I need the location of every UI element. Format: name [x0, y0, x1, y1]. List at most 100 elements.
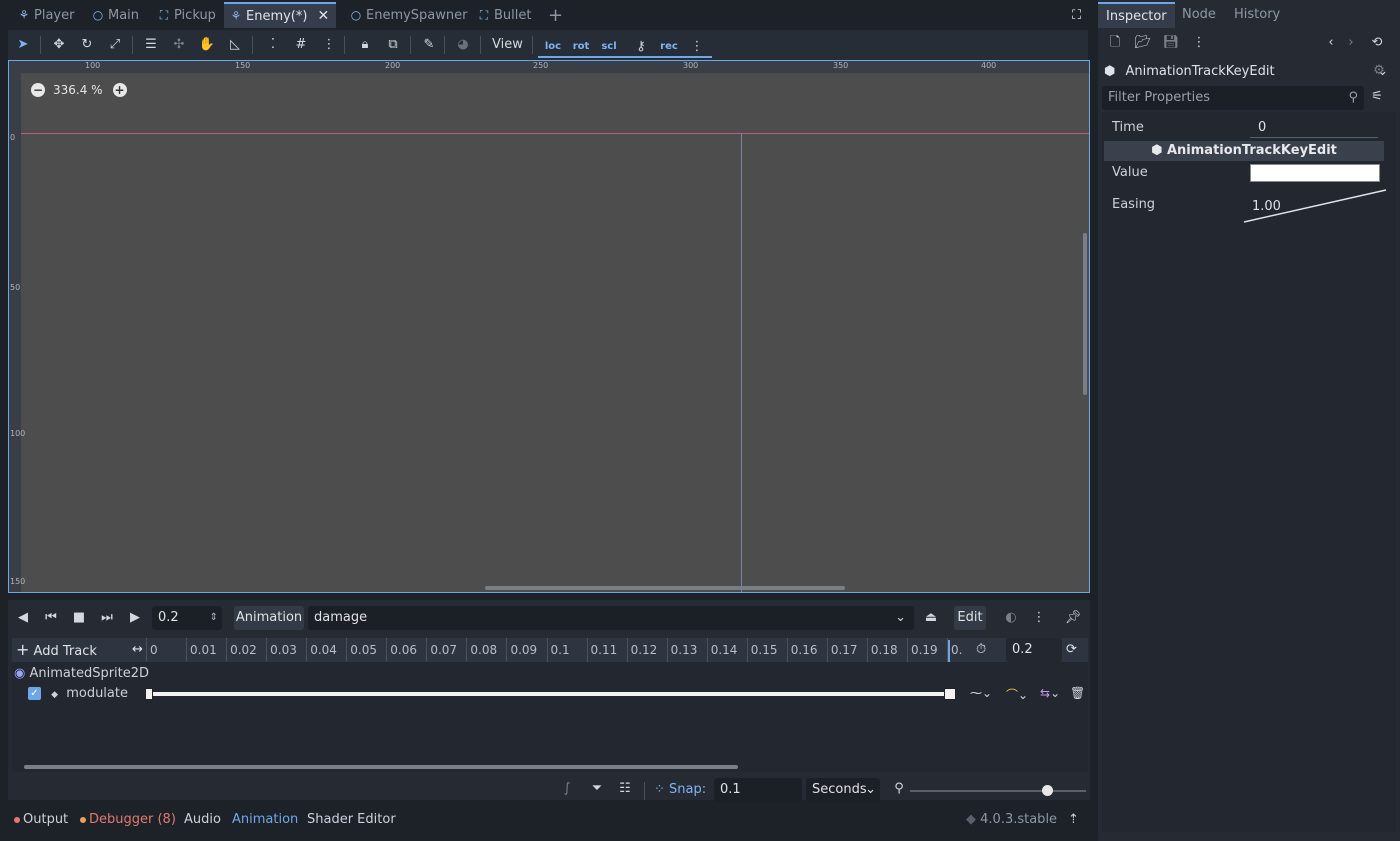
output-tab[interactable]: Output: [14, 810, 68, 830]
keyframe-end[interactable]: [944, 688, 956, 700]
object-selector[interactable]: ⬢ AnimationTrackKeyEdit ⌄: [1102, 60, 1392, 84]
key-rotation-button[interactable]: rot: [570, 36, 592, 58]
loop-icon[interactable]: ⟳: [1066, 638, 1077, 662]
filter-icon[interactable]: ⏷: [586, 778, 608, 800]
key-more-icon[interactable]: ⋮: [686, 36, 708, 58]
rotate-tool-icon[interactable]: ↻: [76, 34, 98, 56]
key-location-button[interactable]: loc: [542, 36, 564, 58]
move-tool-icon[interactable]: ✥: [48, 34, 70, 56]
spinner-icon[interactable]: ⇕: [210, 606, 218, 630]
key-record-button[interactable]: rec: [658, 36, 680, 58]
smart-snap-icon[interactable]: ⁚: [262, 34, 284, 56]
open-folder-icon[interactable]: 📂︎: [1132, 32, 1154, 54]
debugger-tab[interactable]: Debugger (8): [80, 810, 176, 830]
key-icon[interactable]: ⚷: [630, 36, 652, 58]
tab-player[interactable]: ⚘ Player: [12, 2, 80, 28]
animation-length-field[interactable]: 0.2: [1006, 638, 1062, 662]
zoom-level[interactable]: 336.4 %: [53, 83, 103, 97]
play-backwards-icon[interactable]: ◀: [12, 607, 34, 629]
new-resource-icon[interactable]: 🗋︎: [1104, 32, 1126, 54]
play-backwards-from-end-icon[interactable]: ⏮: [40, 607, 62, 629]
tab-inspector[interactable]: Inspector: [1098, 2, 1175, 28]
track-enabled-checkbox[interactable]: ✓: [28, 687, 41, 700]
loop-wrap-icon[interactable]: ⌒⌄: [1006, 686, 1028, 703]
tab-bullet[interactable]: ⛶ Bullet: [472, 2, 537, 28]
inspector-more-icon[interactable]: ⋮: [1188, 32, 1210, 54]
filter-properties-input[interactable]: Filter Properties ⚲: [1102, 86, 1364, 110]
zoom-icon[interactable]: ⚲: [888, 778, 910, 800]
tab-node[interactable]: Node: [1174, 2, 1224, 28]
animation-menu-button[interactable]: Animation: [234, 606, 304, 630]
zoom-out-icon[interactable]: −: [31, 83, 45, 97]
snap-value-field[interactable]: 0.1: [714, 778, 802, 802]
easing-curve[interactable]: 1.00: [1242, 188, 1388, 224]
stop-icon[interactable]: ■: [68, 607, 90, 629]
canvas-viewport[interactable]: 100 150 200 250 300 350 400 0 50 100 150…: [8, 60, 1090, 593]
expand-panel-icon[interactable]: ⇡: [1068, 810, 1079, 830]
tab-main[interactable]: ○ Main: [86, 2, 145, 28]
add-track-button[interactable]: + Add Track: [16, 638, 97, 662]
select-tool-icon[interactable]: ➤: [12, 34, 34, 56]
track-horizontal-scrollbar[interactable]: [24, 765, 738, 769]
horizontal-resize-icon[interactable]: ↔: [132, 638, 143, 662]
track-row[interactable]: ✓ ◆ modulate: [28, 684, 128, 704]
interpolation-icon[interactable]: ⁓⌄: [970, 686, 992, 700]
current-time-field[interactable]: 0.2 ⇕: [152, 606, 222, 630]
slider-handle[interactable]: [1042, 785, 1053, 796]
group-tracks-icon[interactable]: ☷: [614, 778, 636, 800]
group-icon[interactable]: ⧉: [382, 34, 404, 56]
track-node-row[interactable]: ◉ AnimatedSprite2D: [14, 664, 149, 684]
onion-skin-icon[interactable]: ◐: [1000, 607, 1022, 629]
save-icon[interactable]: 💾︎: [1160, 32, 1182, 54]
more-options-icon[interactable]: ⋮: [318, 34, 340, 56]
object-properties-icon[interactable]: ⚙: [1368, 60, 1390, 82]
key-scale-button[interactable]: scl: [598, 36, 620, 58]
history-list-icon[interactable]: ⟲: [1366, 32, 1388, 54]
distraction-free-icon[interactable]: ⛶: [1066, 2, 1087, 28]
snap-toggle[interactable]: ⁘ Snap:: [654, 782, 706, 797]
animation-more-icon[interactable]: ⋮: [1028, 607, 1050, 629]
add-tab-icon[interactable]: +: [542, 2, 569, 28]
list-select-icon[interactable]: ☰: [140, 34, 162, 56]
view-menu[interactable]: View: [492, 34, 523, 56]
camera-override-icon[interactable]: ◕: [452, 34, 474, 56]
zoom-in-icon[interactable]: +: [112, 83, 127, 97]
update-mode-icon[interactable]: ⇆⌄: [1040, 686, 1060, 700]
bezier-icon[interactable]: ∫: [556, 778, 578, 800]
tab-enemyspawner[interactable]: ○ EnemySpawner: [344, 2, 474, 28]
play-from-start-icon[interactable]: ⏭: [96, 607, 118, 629]
delete-track-icon[interactable]: 🗑︎: [1070, 686, 1085, 700]
history-forward-icon[interactable]: ›: [1340, 32, 1362, 54]
ruler-tool-icon[interactable]: ◺: [224, 34, 246, 56]
autoplay-icon[interactable]: ⏏: [920, 607, 942, 629]
tab-enemy[interactable]: ⚘ Enemy(*) ✕: [224, 2, 336, 28]
tab-pickup[interactable]: ⛶ Pickup: [152, 2, 222, 28]
tab-history[interactable]: History: [1226, 2, 1288, 28]
history-back-icon[interactable]: ‹: [1320, 32, 1342, 54]
edit-button[interactable]: Edit: [954, 606, 986, 630]
grid-snap-icon[interactable]: #: [290, 34, 312, 56]
snap-unit-select[interactable]: Seconds ⌄: [806, 778, 880, 802]
color-picker-button[interactable]: [1250, 164, 1380, 182]
animation-tab[interactable]: Animation: [232, 810, 298, 830]
shader-editor-tab[interactable]: Shader Editor: [307, 810, 396, 830]
keyframe-start[interactable]: [145, 688, 153, 700]
timeline-ruler[interactable]: 0 0.01 0.02 0.03 0.04 0.05 0.06 0.07 0.08 0.09 0.1…: [146, 638, 962, 662]
lock-icon[interactable]: 🔒︎: [354, 34, 376, 56]
animation-select[interactable]: damage ⌄: [308, 606, 914, 630]
close-icon[interactable]: ✕: [317, 8, 329, 24]
viewport-horizontal-scrollbar[interactable]: [485, 586, 845, 590]
inspector-settings-icon[interactable]: ⚟: [1366, 86, 1388, 108]
viewport-vertical-scrollbar[interactable]: [1083, 233, 1087, 395]
section-header[interactable]: ⬢ AnimationTrackKeyEdit: [1104, 141, 1384, 161]
pin-icon[interactable]: 📌︎: [1062, 607, 1084, 629]
play-icon[interactable]: ▶: [124, 607, 146, 629]
pan-tool-icon[interactable]: ✋: [196, 34, 218, 56]
audio-tab[interactable]: Audio: [184, 810, 221, 830]
timeline-zoom-slider[interactable]: [910, 790, 1086, 792]
bone-icon[interactable]: ✎: [418, 34, 440, 56]
scale-tool-icon[interactable]: ⤢: [104, 34, 126, 56]
timeline-tick: 0.11: [586, 638, 627, 662]
pivot-icon[interactable]: ✣: [168, 34, 190, 56]
time-field[interactable]: 0: [1250, 118, 1378, 138]
